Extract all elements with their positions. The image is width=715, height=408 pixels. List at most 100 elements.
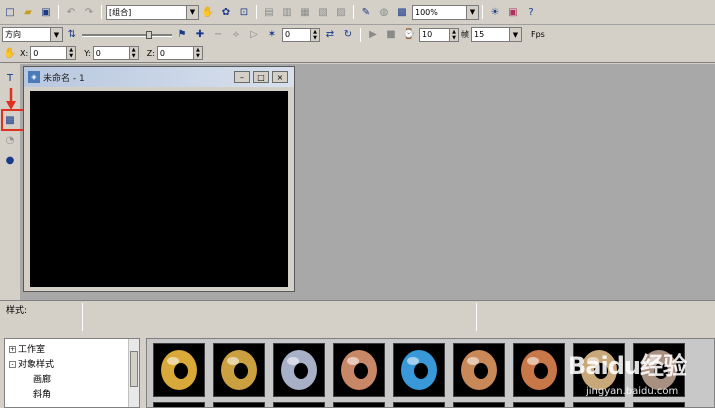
- style-thumbnail[interactable]: [573, 402, 625, 407]
- rotate-tool-icon[interactable]: ✿: [218, 4, 234, 20]
- chevron-down-icon[interactable]: ▼: [466, 4, 479, 20]
- open-folder-icon[interactable]: ▰: [20, 4, 36, 20]
- torus-preview-icon: [461, 350, 497, 390]
- loop-icon[interactable]: ⇄: [322, 27, 338, 43]
- align-right-icon[interactable]: ▦: [297, 4, 313, 20]
- image-icon[interactable]: ▩: [394, 4, 410, 20]
- chevron-down-icon[interactable]: ▼: [50, 27, 63, 42]
- style-thumbnail[interactable]: [213, 402, 265, 407]
- save-icon[interactable]: ▣: [38, 4, 54, 20]
- tree-scrollbar[interactable]: [128, 339, 139, 407]
- style-thumbnail[interactable]: [513, 402, 565, 407]
- style-thumbnail[interactable]: [573, 343, 625, 397]
- play-icon[interactable]: ▶: [365, 27, 381, 43]
- position-tool-icon[interactable]: ✋: [2, 45, 18, 61]
- tree-item-object-styles[interactable]: - 对象样式: [9, 357, 54, 370]
- minimize-button[interactable]: –: [234, 71, 250, 83]
- style-thumbnail[interactable]: [273, 402, 325, 407]
- document-icon: ◈: [28, 71, 40, 83]
- group-select[interactable]: [组合] ▼: [106, 4, 199, 20]
- timeline-slider[interactable]: [82, 30, 172, 39]
- align-center-icon[interactable]: ▥: [279, 4, 295, 20]
- y-input[interactable]: 0 ▲ ▼: [92, 46, 139, 60]
- style-thumbnail[interactable]: [153, 343, 205, 397]
- tree-expander[interactable]: -: [9, 361, 16, 368]
- spin-arrows-icon[interactable]: ▲ ▼: [66, 47, 76, 59]
- sphere-tool-icon[interactable]: ●: [2, 152, 18, 168]
- style-thumbnail[interactable]: [153, 402, 205, 407]
- refresh-icon[interactable]: ↻: [340, 27, 356, 43]
- main-toolbar: □ ▰ ▣ ↶ ↷ [组合] ▼ ✋ ✿ ⊡ ▤ ▥ ▦ ▧ ▨ ✎ ◍ ▩ 1…: [0, 0, 715, 25]
- align-left-icon[interactable]: ▤: [261, 4, 277, 20]
- undo-icon[interactable]: ↶: [63, 4, 79, 20]
- tree-expander[interactable]: +: [9, 346, 16, 353]
- timer-icon[interactable]: ⌚: [401, 27, 417, 43]
- scrollbar-thumb[interactable]: [130, 351, 138, 387]
- style-thumbnail[interactable]: [213, 343, 265, 397]
- fps-select[interactable]: 15 ▼: [471, 27, 522, 42]
- distribute-icon[interactable]: ▧: [315, 4, 331, 20]
- tree-item-label: 画廊: [33, 375, 52, 385]
- group-select-value: [组合]: [109, 7, 132, 17]
- spin-arrows-icon[interactable]: ▲ ▼: [449, 28, 458, 41]
- style-gallery: [146, 338, 715, 408]
- close-button[interactable]: ×: [272, 71, 288, 83]
- style-thumbnail[interactable]: [453, 343, 505, 397]
- style-tree: + 工作室 - 对象样式 画廊 斜角: [4, 338, 140, 408]
- torus-hole: [474, 363, 488, 379]
- z-input[interactable]: 0 ▲ ▼: [156, 46, 203, 60]
- style-thumbnail[interactable]: [393, 402, 445, 407]
- style-thumbnail[interactable]: [633, 343, 685, 397]
- lighting-icon[interactable]: ☀: [487, 4, 503, 20]
- shape-tool-icon[interactable]: ◔: [2, 132, 18, 148]
- style-thumbnail[interactable]: [513, 343, 565, 397]
- slider-handle[interactable]: [146, 30, 152, 39]
- chevron-down-icon[interactable]: ▼: [186, 4, 199, 20]
- globe-icon[interactable]: ◍: [376, 4, 392, 20]
- style-thumbnail[interactable]: [393, 343, 445, 397]
- keyframe-icon[interactable]: ⟡: [228, 27, 244, 43]
- text-tool-icon[interactable]: T: [2, 70, 18, 86]
- speed-input[interactable]: 10 ▲ ▼: [419, 27, 459, 42]
- select-tool-icon[interactable]: ⊡: [236, 4, 252, 20]
- spin-arrows-icon[interactable]: ▲ ▼: [192, 47, 202, 59]
- torus-highlight: [167, 357, 179, 365]
- add-keyframe-icon[interactable]: ✚: [192, 27, 208, 43]
- tree-item-label: 工作室: [18, 345, 46, 355]
- animation-toolbar: 方向 ▼ ⇅ ⚑ ✚ − ⟡ ▷ ✶ 0 ▲ ▼ ⇄ ↻ ▶ ■ ⌚ 10 ▲ ▼ …: [0, 25, 715, 44]
- tree-item-bevel[interactable]: 斜角: [33, 387, 51, 400]
- swap-icon[interactable]: ⇅: [64, 27, 80, 43]
- direction-select[interactable]: 方向 ▼: [2, 27, 63, 42]
- speed-input-value: 10: [422, 30, 433, 39]
- material-icon[interactable]: ▣: [505, 4, 521, 20]
- style-thumbnail[interactable]: [273, 343, 325, 397]
- tree-item-studio[interactable]: + 工作室: [9, 342, 45, 355]
- new-file-icon[interactable]: □: [2, 4, 18, 20]
- style-thumbnail[interactable]: [453, 402, 505, 407]
- hand-tool-icon[interactable]: ✋: [200, 4, 216, 20]
- help-icon[interactable]: ?: [523, 4, 539, 20]
- chevron-down-icon[interactable]: ▼: [509, 27, 522, 42]
- style-thumbnail[interactable]: [633, 402, 685, 407]
- maximize-button[interactable]: □: [253, 71, 269, 83]
- flag-icon[interactable]: ⚑: [174, 27, 190, 43]
- tree-item-gallery[interactable]: 画廊: [33, 372, 51, 385]
- render-canvas[interactable]: [30, 91, 288, 287]
- frame-icon[interactable]: ✶: [264, 27, 280, 43]
- zoom-select[interactable]: 100% ▼: [412, 4, 479, 20]
- remove-keyframe-icon[interactable]: −: [210, 27, 226, 43]
- style-thumbnail[interactable]: [333, 343, 385, 397]
- spin-arrows-icon[interactable]: ▲ ▼: [128, 47, 138, 59]
- stop-icon[interactable]: ■: [383, 27, 399, 43]
- arrange-icon[interactable]: ▨: [333, 4, 349, 20]
- redo-icon[interactable]: ↷: [81, 4, 97, 20]
- direction-select-value: 方向: [5, 30, 21, 39]
- render-icon[interactable]: ✎: [358, 4, 374, 20]
- torus-hole: [594, 363, 608, 379]
- next-frame-icon[interactable]: ▷: [246, 27, 262, 43]
- spin-arrows-icon[interactable]: ▲ ▼: [310, 28, 319, 41]
- frame-input[interactable]: 0 ▲ ▼: [282, 27, 320, 42]
- document-titlebar[interactable]: ◈ 未命名 - 1 – □ ×: [24, 67, 294, 87]
- x-input[interactable]: 0 ▲ ▼: [30, 46, 77, 60]
- style-thumbnail[interactable]: [333, 402, 385, 407]
